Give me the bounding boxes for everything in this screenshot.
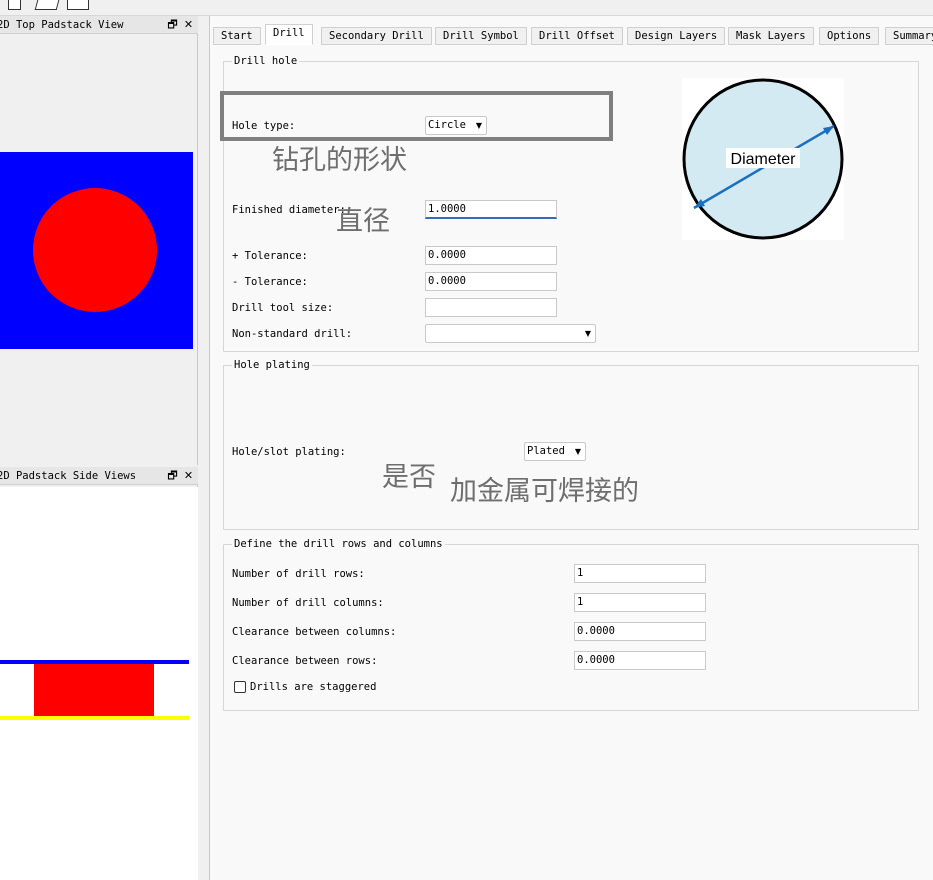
rows-columns-title: Define the drill rows and columns	[232, 538, 445, 550]
minus-tolerance-input[interactable]: 0.0000	[425, 272, 557, 291]
drill-rows-label: Number of drill rows:	[232, 568, 365, 580]
tab-secondary-drill[interactable]: Secondary Drill	[321, 27, 432, 45]
annotation-diameter: 直径	[336, 206, 390, 237]
drill-hole-title: Drill hole	[232, 55, 300, 67]
side-views-panel: 2D Padstack Side Views 🗗 ✕	[0, 467, 198, 880]
top-view-canvas	[0, 152, 193, 349]
finished-diameter-input[interactable]: 1.0000	[425, 200, 557, 219]
tab-start[interactable]: Start	[213, 27, 261, 45]
annotation-plating-yes-no: 是否	[382, 462, 436, 493]
tab-mask-layers[interactable]: Mask Layers	[728, 27, 814, 45]
hole-slot-plating-label: Hole/slot plating:	[232, 446, 346, 458]
tab-drill[interactable]: Drill	[265, 24, 313, 45]
clearance-columns-input[interactable]: 0.0000	[574, 622, 706, 641]
side-view-canvas	[0, 487, 198, 880]
new-file-icon[interactable]	[8, 0, 21, 10]
drill-columns-input[interactable]: 1	[574, 593, 706, 612]
non-standard-drill-label: Non-standard drill:	[232, 328, 353, 340]
chevron-down-icon: ▼	[574, 447, 581, 456]
close-icon[interactable]: ✕	[182, 18, 195, 31]
hole-slot-plating-select[interactable]: Plated ▼	[524, 442, 586, 461]
tab-drill-symbol[interactable]: Drill Symbol	[435, 27, 527, 45]
non-standard-drill-select[interactable]: ▼	[425, 324, 596, 343]
drill-columns-label: Number of drill columns:	[232, 597, 384, 609]
chevron-down-icon: ▼	[584, 329, 591, 338]
tab-design-layers[interactable]: Design Layers	[627, 27, 726, 45]
hole-slot-plating-value: Plated	[527, 445, 565, 457]
tab-drill-offset[interactable]: Drill Offset	[531, 27, 623, 45]
clearance-rows-label: Clearance between rows:	[232, 655, 378, 667]
drill-tool-size-label: Drill tool size:	[232, 302, 334, 314]
save-icon[interactable]	[67, 0, 89, 10]
clearance-rows-input[interactable]: 0.0000	[574, 651, 706, 670]
float-icon[interactable]: 🗗	[166, 18, 179, 31]
hole-plating-title: Hole plating	[232, 359, 312, 371]
top-padstack-view-panel: 2D Top Padstack View 🗗 ✕	[0, 16, 198, 465]
annotation-hole-shape: 钻孔的形状	[272, 145, 407, 176]
float-icon[interactable]: 🗗	[166, 469, 179, 482]
minus-tolerance-label: - Tolerance:	[232, 276, 308, 288]
drill-hole-shape	[33, 188, 157, 312]
annotation-metal-solderable: 加金属可焊接的	[450, 476, 639, 507]
clearance-columns-label: Clearance between columns:	[232, 626, 397, 638]
toolbar	[0, 0, 933, 16]
bottom-layer-line	[0, 716, 189, 720]
drill-tool-size-input[interactable]	[425, 298, 557, 317]
finished-diameter-label: Finished diameter:	[232, 204, 346, 216]
hole-type-highlight-box	[220, 91, 613, 141]
top-layer-line	[0, 660, 189, 664]
top-view-title: 2D Top Padstack View	[0, 19, 124, 31]
drill-rows-columns-group: Define the drill rows and columns Number…	[223, 538, 919, 711]
diagram-label: Diameter	[731, 151, 797, 168]
diameter-diagram: Diameter	[682, 78, 844, 240]
staggered-label: Drills are staggered	[250, 681, 377, 693]
plus-tolerance-input[interactable]: 0.0000	[425, 246, 557, 265]
staggered-checkbox[interactable]	[234, 681, 246, 693]
close-icon[interactable]: ✕	[182, 469, 195, 482]
drill-rows-input[interactable]: 1	[574, 564, 706, 583]
side-view-title: 2D Padstack Side Views	[0, 470, 137, 482]
tab-options[interactable]: Options	[819, 27, 880, 45]
plus-tolerance-label: + Tolerance:	[232, 250, 308, 262]
tab-summary[interactable]: Summary	[885, 27, 933, 45]
open-folder-icon[interactable]	[34, 0, 60, 10]
drill-body	[34, 664, 154, 716]
